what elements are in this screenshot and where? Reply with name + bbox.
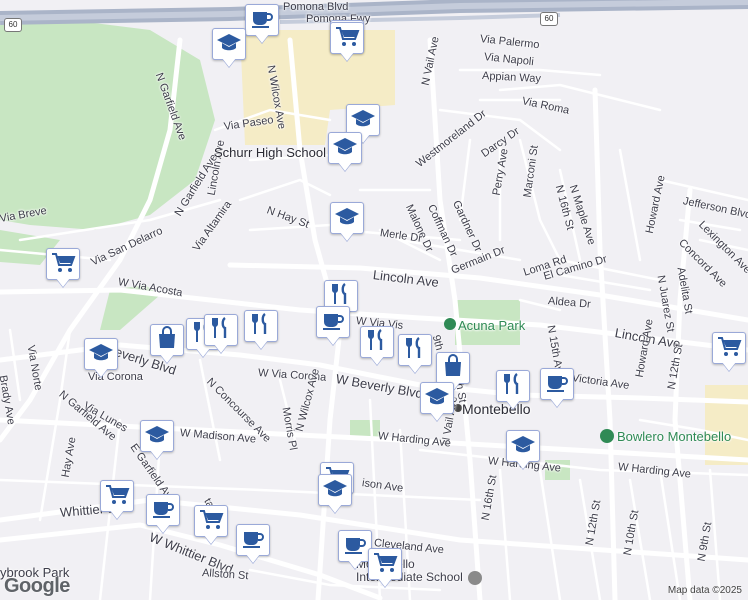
map-marker[interactable] [360, 326, 394, 366]
place-label-acuna-park[interactable]: Acuna Park [458, 319, 525, 332]
map-marker[interactable] [316, 306, 350, 346]
map-marker[interactable] [150, 324, 184, 364]
restaurant-icon [500, 372, 526, 401]
cafe-icon [342, 532, 368, 561]
map-marker[interactable] [46, 248, 80, 288]
map-attribution[interactable]: Map data ©2025 [668, 585, 742, 596]
school-icon [332, 134, 358, 163]
map-marker[interactable] [140, 420, 174, 460]
school-icon [216, 30, 242, 59]
cafe-icon [320, 308, 346, 337]
shopping-cart-icon [716, 334, 742, 363]
map-marker[interactable] [212, 28, 246, 68]
map-marker[interactable] [244, 310, 278, 350]
highway-shield: 60 [4, 18, 22, 32]
map-marker[interactable] [540, 368, 574, 408]
restaurant-icon [248, 312, 274, 341]
shopping-cart-icon [198, 507, 224, 536]
map-marker[interactable] [236, 524, 270, 564]
map-marker[interactable] [712, 332, 746, 372]
place-label-bowlero[interactable]: Bowlero Montebello [617, 430, 731, 443]
school-icon [88, 340, 114, 369]
map-marker[interactable] [330, 202, 364, 242]
shopping-cart-icon [372, 550, 398, 579]
restaurant-icon [402, 336, 428, 365]
restaurant-icon [208, 316, 234, 345]
cafe-icon [150, 496, 176, 525]
google-logo: Google [4, 575, 70, 597]
map-marker[interactable] [506, 430, 540, 470]
shopping-bag-icon [154, 325, 180, 355]
map-marker[interactable] [318, 474, 352, 514]
school-icon [144, 422, 170, 451]
map-marker[interactable] [338, 530, 372, 570]
street-label: Pomona Blvd [283, 1, 349, 13]
map-marker[interactable] [420, 382, 454, 422]
map-marker[interactable] [368, 548, 402, 588]
school-icon [334, 204, 360, 233]
school-icon [424, 384, 450, 413]
map-marker[interactable] [146, 494, 180, 534]
map-marker[interactable] [330, 22, 364, 62]
map-marker[interactable] [398, 334, 432, 374]
map-marker[interactable] [100, 480, 134, 520]
map-marker[interactable] [496, 370, 530, 410]
map-marker[interactable] [204, 314, 238, 354]
map-marker[interactable] [328, 132, 362, 172]
map-marker[interactable] [245, 4, 279, 44]
map-marker[interactable] [194, 505, 228, 545]
school-icon [510, 432, 536, 461]
map-marker[interactable] [84, 338, 118, 378]
shopping-bag-icon [440, 353, 466, 383]
school-icon [350, 106, 376, 135]
map-canvas[interactable]: 60 60 Pomona Blvd Pomona Fwy Via Palermo… [0, 0, 748, 600]
cafe-icon [240, 526, 266, 555]
place-label-schurr[interactable]: Schurr High School [214, 146, 326, 159]
highway-shield: 60 [540, 12, 558, 26]
cafe-icon [544, 370, 570, 399]
school-icon [322, 476, 348, 505]
restaurant-icon [364, 328, 390, 357]
cafe-icon [249, 6, 275, 35]
shopping-cart-icon [334, 24, 360, 53]
shopping-cart-icon [50, 250, 76, 279]
shopping-cart-icon [104, 482, 130, 511]
